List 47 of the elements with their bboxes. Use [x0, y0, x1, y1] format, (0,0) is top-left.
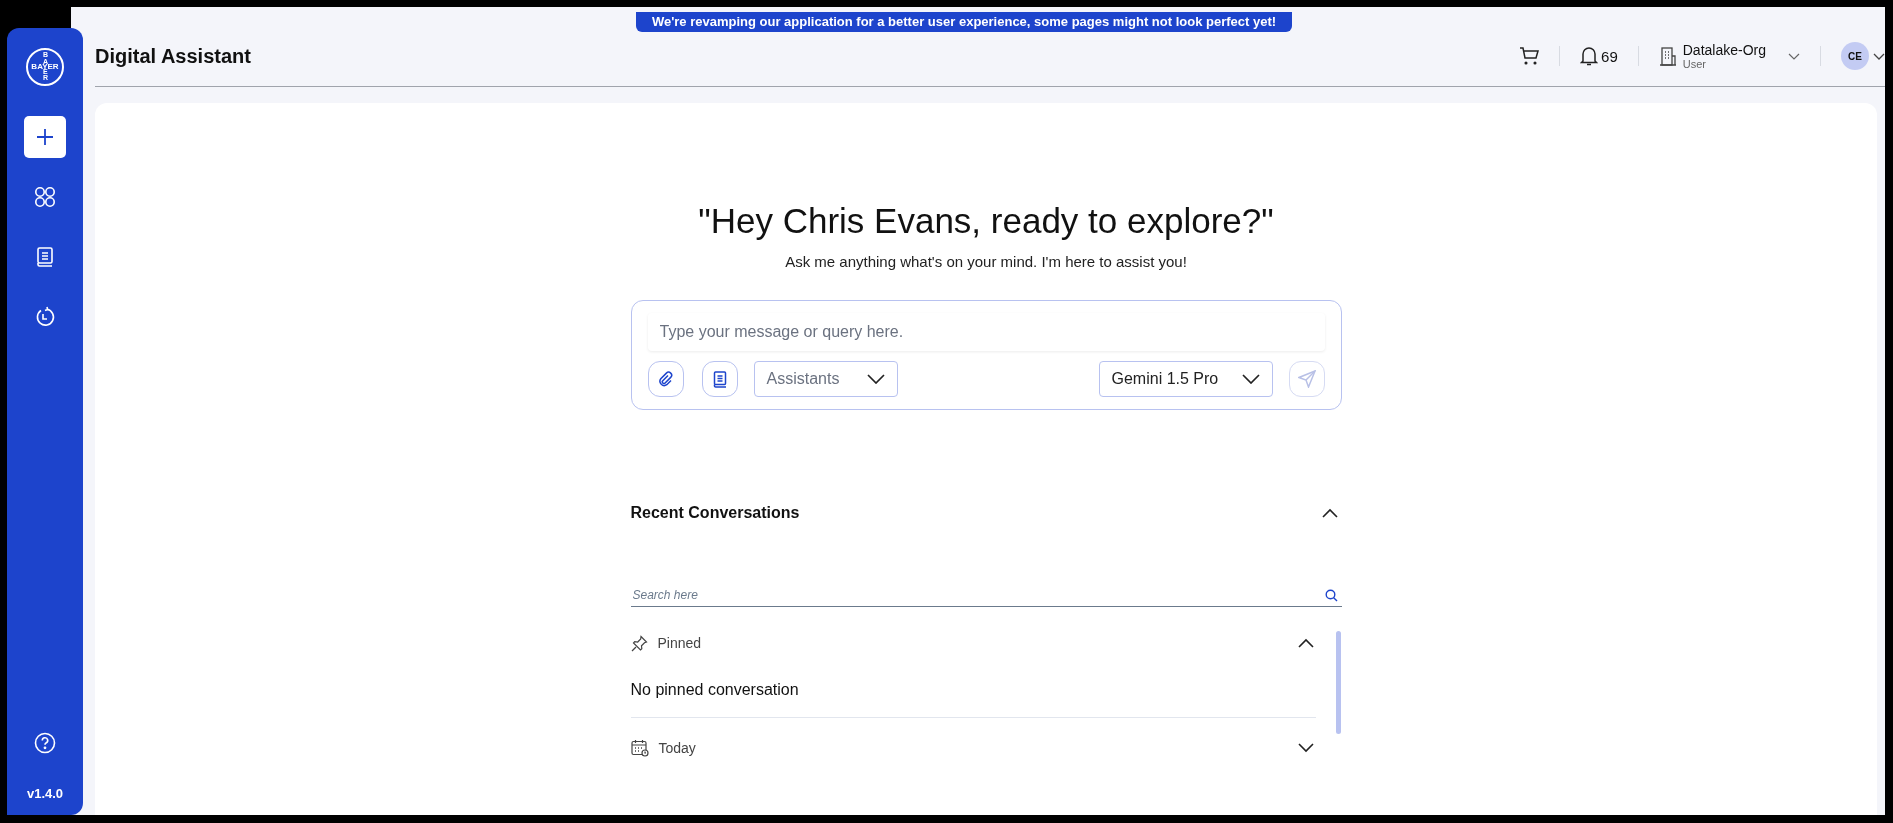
user-role: User [1682, 58, 1707, 70]
history-icon [34, 306, 56, 328]
plus-icon [36, 128, 54, 146]
group-label: Pinned [657, 635, 702, 651]
notifications-button[interactable]: 69 [1580, 46, 1618, 66]
book-icon [36, 247, 54, 267]
send-icon [1297, 370, 1316, 388]
search-field[interactable]: Search here [630, 586, 1342, 607]
chevron-down-icon [1873, 52, 1885, 60]
empty-message: No pinned conversation [630, 680, 800, 700]
paperclip-icon [657, 371, 674, 387]
book-icon [712, 370, 727, 388]
bell-icon [1580, 46, 1599, 66]
page-title: Digital Assistant [95, 44, 252, 68]
message-composer[interactable]: Type your message or query here. Assistants Gemini 1.5 Pro [630, 300, 1342, 410]
version-label: v1.4.0 [26, 786, 64, 801]
help-icon [34, 732, 56, 754]
scrollbar-thumb[interactable] [1335, 631, 1341, 734]
announcement-banner: We're revamping our application for a better user experience, some pages might not look perfect yet! [635, 12, 1293, 32]
user-menu-button[interactable]: CE [1841, 42, 1885, 70]
message-input[interactable]: Type your message or query here. [647, 313, 1325, 351]
search-icon [1324, 588, 1338, 602]
chevron-down-icon [1241, 374, 1260, 384]
calendar-icon [630, 739, 649, 757]
chevron-down-icon [866, 374, 885, 384]
building-icon [1658, 46, 1677, 66]
avatar: CE [1841, 42, 1869, 70]
prompt-library-button[interactable] [701, 361, 738, 397]
collapse-chevron-icon[interactable] [1321, 508, 1338, 518]
new-chat-button[interactable] [24, 116, 66, 158]
chevron-down-icon [1788, 52, 1800, 60]
recent-conversations-title: Recent Conversations [630, 504, 800, 522]
greeting-title: "Hey Chris Evans, ready to explore?" [697, 201, 1275, 241]
group-label: Today [658, 740, 696, 756]
organization-name: Datalake-Org [1682, 42, 1766, 58]
cart-icon [1519, 47, 1540, 65]
pin-icon [630, 634, 648, 652]
organization-selector[interactable]: Datalake-Org User [1658, 42, 1800, 70]
model-dropdown[interactable]: Gemini 1.5 Pro [1098, 361, 1273, 397]
attach-button[interactable] [647, 361, 684, 397]
expand-chevron-icon[interactable] [1297, 743, 1314, 753]
assistants-dropdown[interactable]: Assistants [753, 361, 898, 397]
greeting-subtitle: Ask me anything what's on your mind. I'm here to assist you! [784, 253, 1188, 270]
collapse-chevron-icon[interactable] [1297, 638, 1314, 648]
grid-icon [34, 186, 56, 208]
notification-count: 69 [1601, 47, 1618, 65]
cart-button[interactable] [1519, 47, 1540, 65]
